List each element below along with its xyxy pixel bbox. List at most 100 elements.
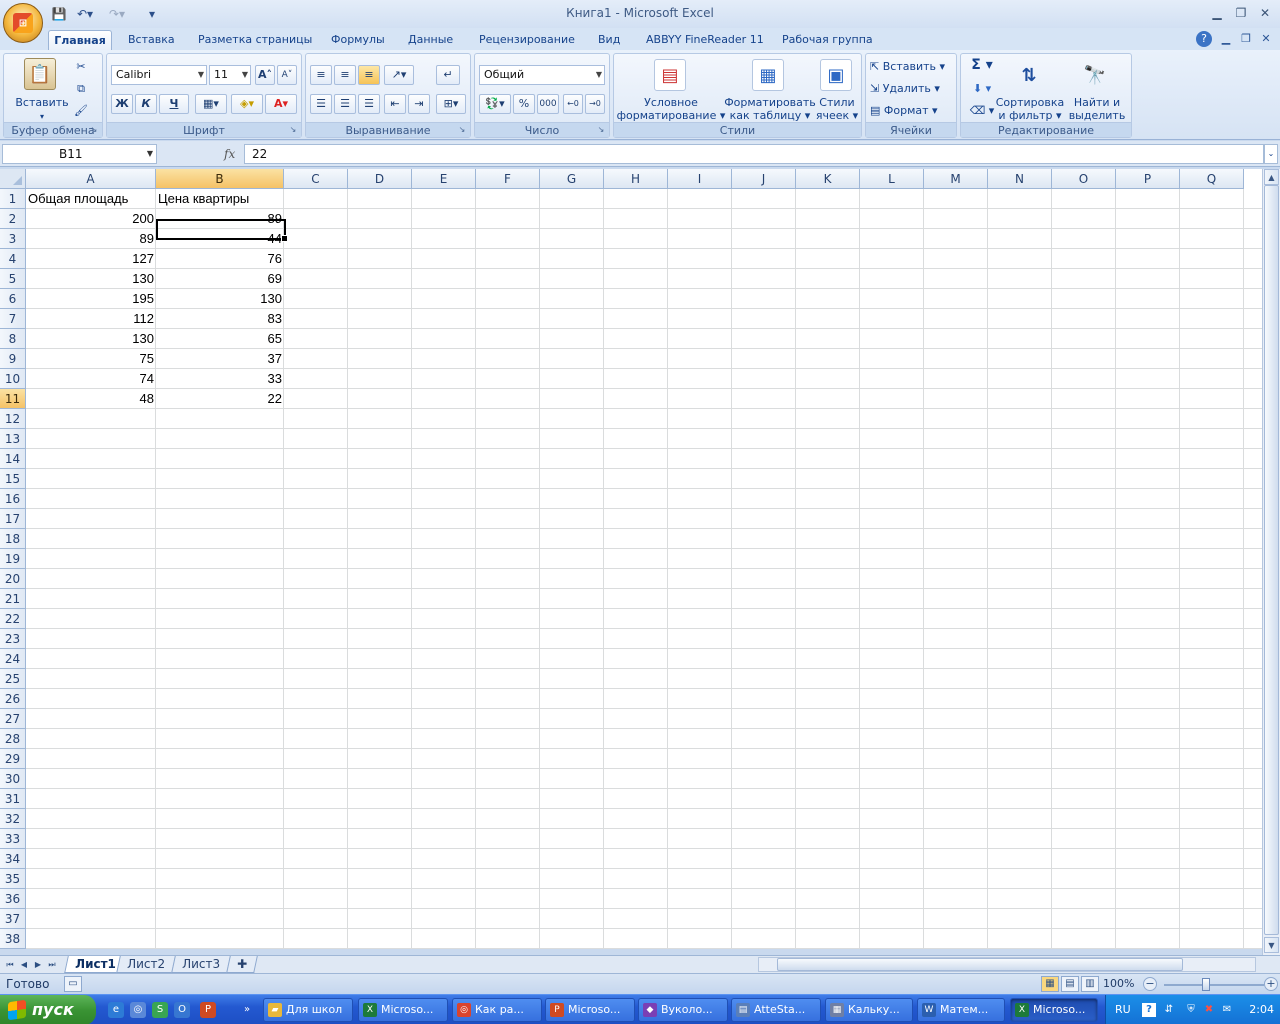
row-header-8[interactable]: 8 <box>0 329 26 349</box>
percent-button[interactable]: % <box>513 94 535 114</box>
fill-icon[interactable]: ⬇ ▾ <box>967 82 997 95</box>
skype-icon[interactable]: S <box>152 1002 168 1018</box>
horizontal-scrollbar[interactable] <box>758 957 1256 972</box>
column-header-h[interactable]: H <box>604 169 668 189</box>
taskbar-task-6[interactable]: ▤ AtteSta... <box>731 998 821 1022</box>
row-header-10[interactable]: 10 <box>0 369 26 389</box>
align-top-icon[interactable]: ≡ <box>310 65 332 85</box>
zoom-out-icon[interactable]: − <box>1143 977 1157 991</box>
vertical-scroll-thumb[interactable] <box>1264 185 1279 935</box>
cell-b8[interactable]: 65 <box>156 329 284 349</box>
shrink-font-icon[interactable]: A˅ <box>277 65 297 85</box>
row-header-23[interactable]: 23 <box>0 629 26 649</box>
taskbar-task-2[interactable]: X Microso... <box>358 998 448 1022</box>
network-icon[interactable]: ⇵ <box>1162 1003 1176 1017</box>
column-header-k[interactable]: K <box>796 169 860 189</box>
sort-filter-icon[interactable]: ⇅ <box>1013 59 1045 91</box>
insert-cells-button[interactable]: ⇱ Вставить ▾ <box>870 59 954 75</box>
macro-record-icon[interactable]: ▭ <box>64 976 82 992</box>
alignment-launcher-icon[interactable]: ↘ <box>457 125 467 135</box>
column-header-g[interactable]: G <box>540 169 604 189</box>
row-header-13[interactable]: 13 <box>0 429 26 449</box>
copy-icon[interactable]: ⧉ <box>72 82 90 95</box>
binoculars-icon[interactable]: 🔭 <box>1079 59 1111 91</box>
row-header-3[interactable]: 3 <box>0 229 26 249</box>
italic-button[interactable]: К <box>135 94 157 114</box>
font-color-icon[interactable]: A▾ <box>265 94 297 114</box>
clear-icon[interactable]: ⌫ ▾ <box>967 104 997 117</box>
vertical-scrollbar[interactable]: ▲ ▼ <box>1262 169 1280 955</box>
tab-page-layout[interactable]: Разметка страницы <box>194 30 316 50</box>
row-header-36[interactable]: 36 <box>0 889 26 909</box>
cell-a1[interactable]: Общая площадь <box>26 189 156 209</box>
first-sheet-icon[interactable]: ⏮ <box>4 957 16 972</box>
cell-b5[interactable]: 69 <box>156 269 284 289</box>
zoom-slider-thumb[interactable] <box>1202 978 1210 991</box>
row-header-6[interactable]: 6 <box>0 289 26 309</box>
clipboard-launcher-icon[interactable]: ↘ <box>89 125 99 135</box>
column-header-a[interactable]: A <box>26 169 156 189</box>
tab-review[interactable]: Рецензирование <box>475 30 579 50</box>
row-header-18[interactable]: 18 <box>0 529 26 549</box>
increase-decimal-icon[interactable]: ←0 <box>563 94 583 114</box>
scroll-up-icon[interactable]: ▲ <box>1264 169 1279 185</box>
tab-workgroup[interactable]: Рабочая группа <box>778 30 877 50</box>
insert-function-icon[interactable]: fx <box>224 144 242 164</box>
row-header-25[interactable]: 25 <box>0 669 26 689</box>
cell-a7[interactable]: 112 <box>26 309 156 329</box>
column-header-j[interactable]: J <box>732 169 796 189</box>
cell-a9[interactable]: 75 <box>26 349 156 369</box>
row-header-22[interactable]: 22 <box>0 609 26 629</box>
align-middle-icon[interactable]: ≡ <box>334 65 356 85</box>
column-header-c[interactable]: C <box>284 169 348 189</box>
tab-home[interactable]: Главная <box>48 30 112 50</box>
zoom-level[interactable]: 100% <box>1103 977 1134 990</box>
format-as-table-icon[interactable]: ▦ <box>752 59 784 91</box>
column-header-o[interactable]: O <box>1052 169 1116 189</box>
cell-a2[interactable]: 200 <box>26 209 156 229</box>
select-all-button[interactable] <box>0 169 26 189</box>
insert-sheet-button[interactable]: ✚ <box>226 956 258 973</box>
row-header-28[interactable]: 28 <box>0 729 26 749</box>
worksheet-grid[interactable]: ABCDEFGHIJKLMNOPQ 1 2 3 4 5 6 7 8 9 10 11 12 13 14 15 1… <box>0 169 1262 949</box>
cell-b9[interactable]: 37 <box>156 349 284 369</box>
ribbon-minimize-icon[interactable]: ▁ <box>1218 31 1234 47</box>
page-break-view-icon[interactable]: ▥ <box>1081 976 1099 992</box>
row-header-21[interactable]: 21 <box>0 589 26 609</box>
row-header-37[interactable]: 37 <box>0 909 26 929</box>
conditional-formatting-button[interactable]: Условное форматирование ▾ <box>616 96 726 122</box>
chrome-quick-icon[interactable]: ◎ <box>130 1002 146 1018</box>
formula-input[interactable]: 22 <box>244 144 1264 164</box>
column-header-l[interactable]: L <box>860 169 924 189</box>
taskbar-task-5[interactable]: ◆ Вуколо... <box>638 998 728 1022</box>
row-header-16[interactable]: 16 <box>0 489 26 509</box>
increase-indent-icon[interactable]: ⇥ <box>408 94 430 114</box>
last-sheet-icon[interactable]: ⏭ <box>46 957 58 972</box>
borders-icon[interactable]: ▦▾ <box>195 94 227 114</box>
cell-b11[interactable]: 22 <box>156 389 284 409</box>
ribbon-close-icon[interactable]: ✕ <box>1258 31 1274 47</box>
cell-a3[interactable]: 89 <box>26 229 156 249</box>
paste-button[interactable]: Вставить <box>10 96 74 109</box>
font-size-combo[interactable]: 11 ▼ <box>209 65 251 85</box>
cell-b1[interactable]: Цена квартиры <box>156 189 284 209</box>
language-indicator[interactable]: RU <box>1115 1003 1131 1016</box>
prev-sheet-icon[interactable]: ◀ <box>18 957 30 972</box>
opera-icon[interactable]: O <box>174 1002 190 1018</box>
more-quicklaunch-icon[interactable]: » <box>240 1002 254 1018</box>
zoom-in-icon[interactable]: + <box>1264 977 1278 991</box>
restore-icon[interactable]: ❐ <box>1230 4 1252 22</box>
format-as-table-button[interactable]: Форматировать как таблицу ▾ <box>722 96 818 122</box>
thousands-button[interactable]: 000 <box>537 94 559 114</box>
grow-font-icon[interactable]: A˄ <box>255 65 275 85</box>
scroll-down-icon[interactable]: ▼ <box>1264 937 1279 953</box>
row-header-30[interactable]: 30 <box>0 769 26 789</box>
office-button[interactable]: ⊞ <box>3 3 43 43</box>
row-header-14[interactable]: 14 <box>0 449 26 469</box>
wrap-text-icon[interactable]: ↵ <box>436 65 460 85</box>
number-format-combo[interactable]: Общий ▼ <box>479 65 605 85</box>
taskbar-task-3[interactable]: ◎ Как ра... <box>452 998 542 1022</box>
column-header-q[interactable]: Q <box>1180 169 1244 189</box>
sheet-tab-2[interactable]: Лист2 <box>116 956 176 973</box>
start-button[interactable]: пуск <box>0 995 96 1024</box>
